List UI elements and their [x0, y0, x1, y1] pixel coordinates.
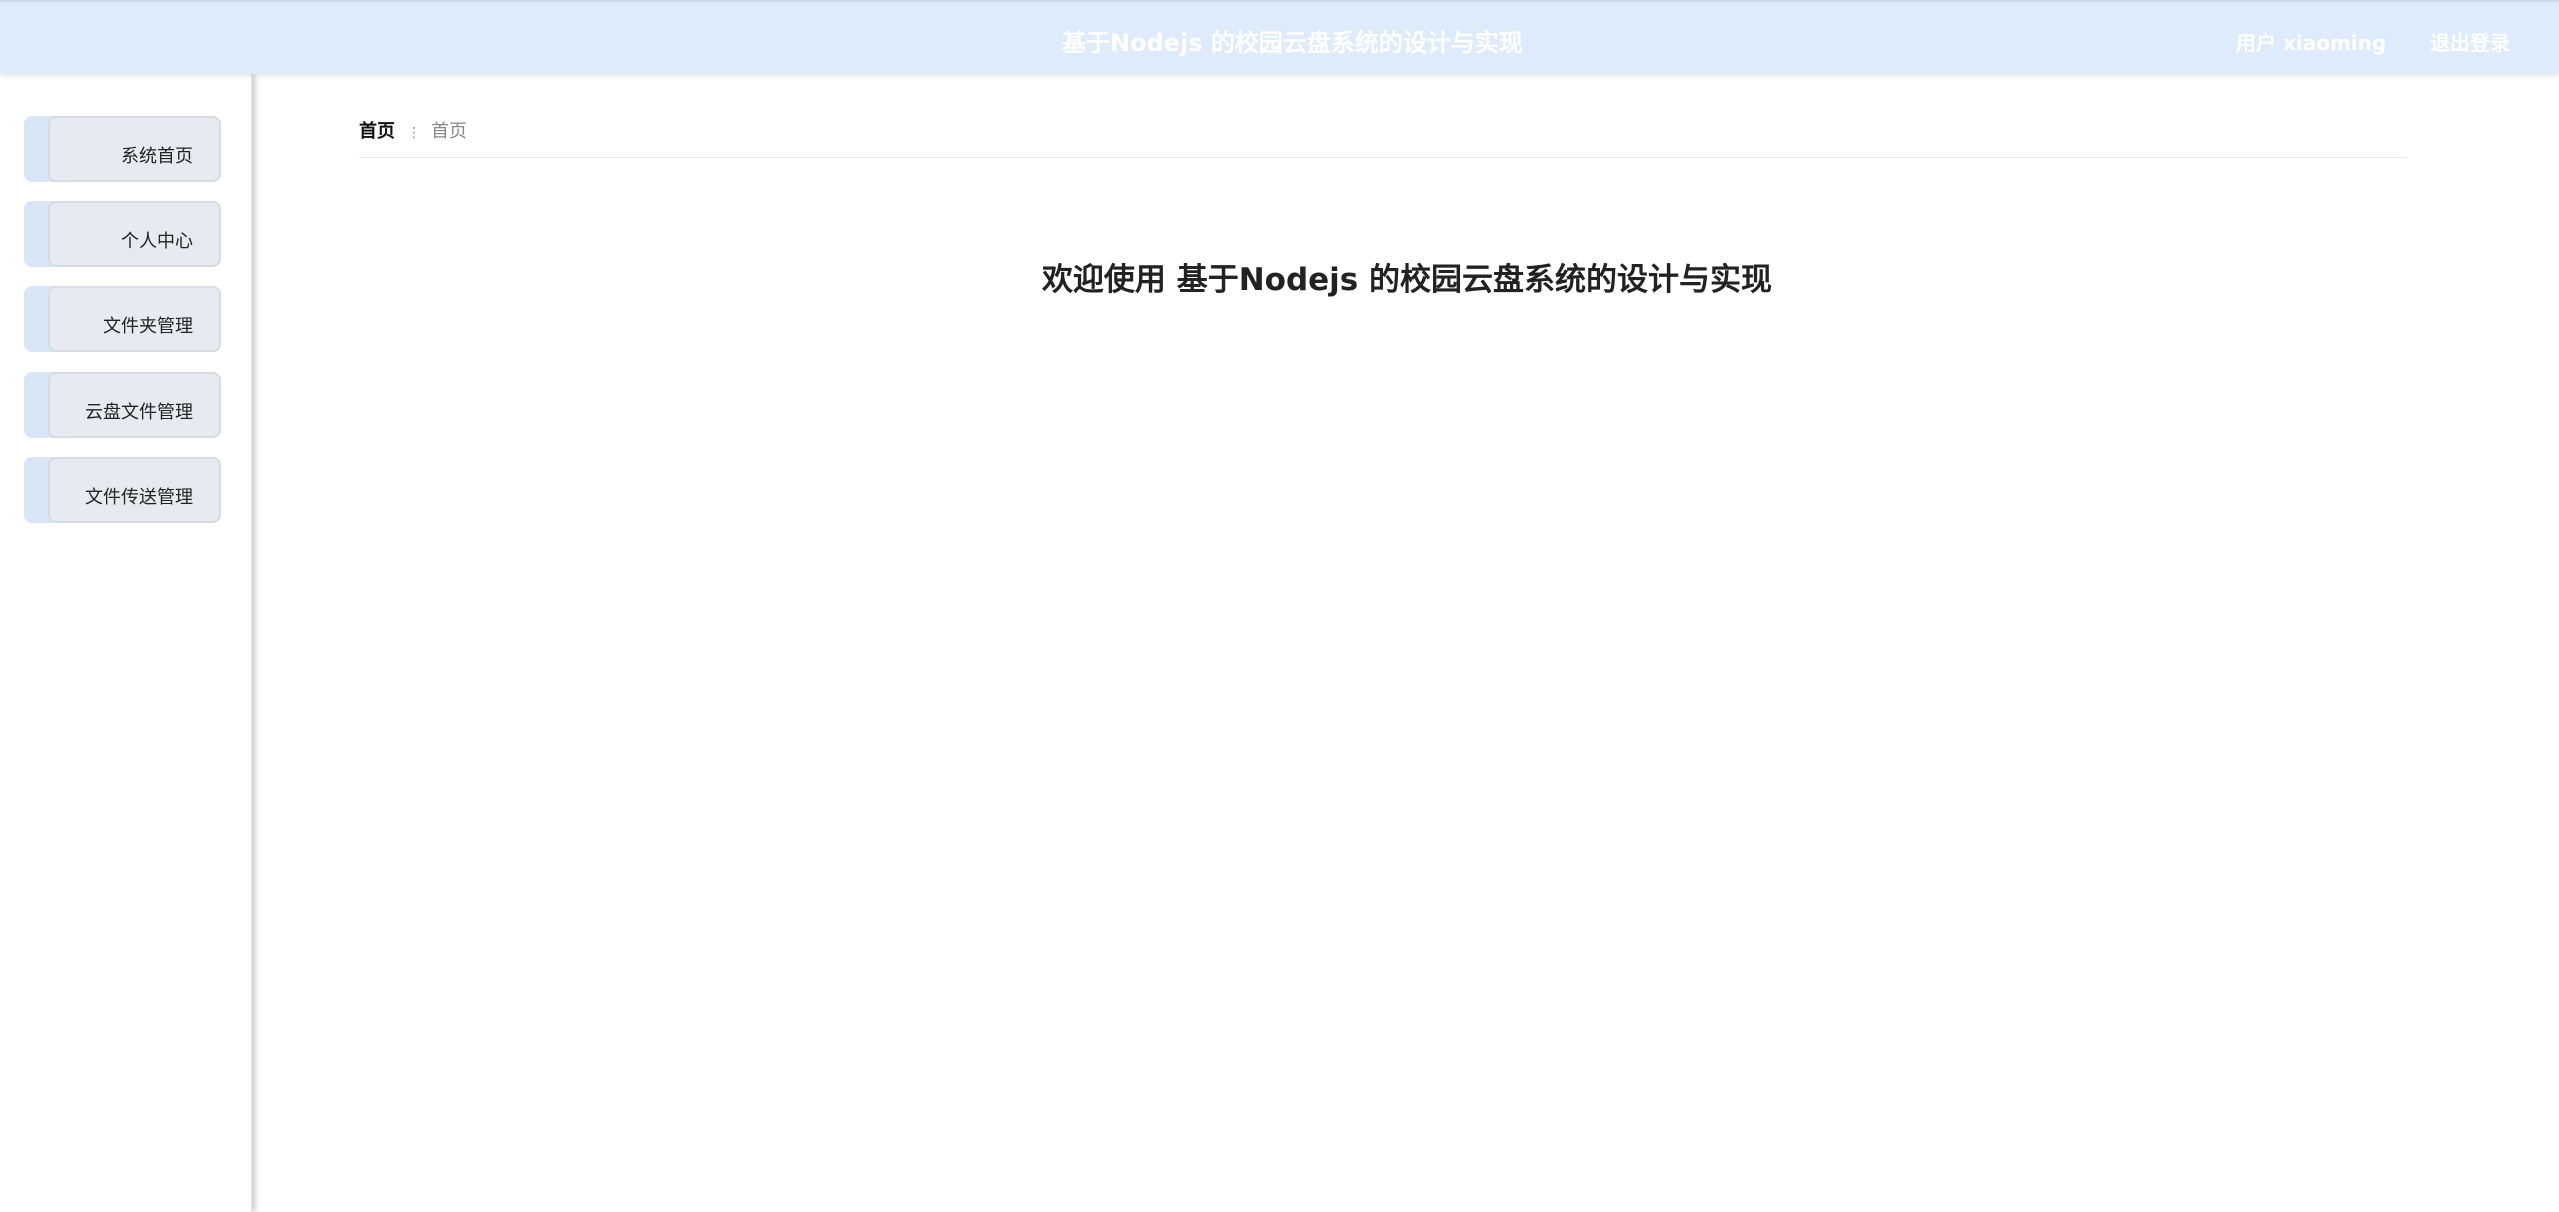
sidebar-item-label: 个人中心 [121, 231, 193, 252]
logout-link[interactable]: 退出登录 [2430, 27, 2510, 56]
welcome-heading: 欢迎使用 基于Nodejs 的校园云盘系统的设计与实现 [1041, 262, 1773, 298]
sidebar-item-file-transfer-management[interactable]: 文件传送管理 [24, 457, 221, 523]
sidebar-item-label: 云盘文件管理 [85, 402, 193, 423]
sidebar-item-label: 文件传送管理 [85, 487, 193, 508]
breadcrumb-home-link[interactable]: 首页 [359, 121, 395, 142]
sidebar-item-label: 系统首页 [121, 146, 193, 167]
sidebar-item-system-home[interactable]: 系统首页 [24, 116, 221, 182]
sidebar-item-label: 文件夹管理 [103, 316, 193, 337]
app-title: 基于Nodejs 的校园云盘系统的设计与实现 [1062, 29, 1523, 57]
breadcrumb-current-page: 首页 [431, 121, 467, 142]
sidebar-item-cloud-file-management[interactable]: 云盘文件管理 [24, 372, 221, 438]
breadcrumb-separator-icon: ⋮ [407, 125, 421, 141]
main-content: 首页 ⋮ 首页 欢迎使用 基于Nodejs 的校园云盘系统的设计与实现 [251, 74, 2559, 1212]
sidebar-nav: 系统首页 个人中心 文件夹管理 云盘文件管理 文件传送管理 [0, 74, 252, 1212]
current-user-label: 用户 xiaoming [2236, 31, 2387, 55]
sidebar-item-folder-management[interactable]: 文件夹管理 [24, 286, 221, 352]
sidebar-item-personal-center[interactable]: 个人中心 [24, 201, 221, 267]
top-header-bar: 基于Nodejs 的校园云盘系统的设计与实现 用户 xiaoming 退出登录 [0, 0, 2559, 74]
breadcrumb: 首页 ⋮ 首页 [359, 117, 2407, 158]
